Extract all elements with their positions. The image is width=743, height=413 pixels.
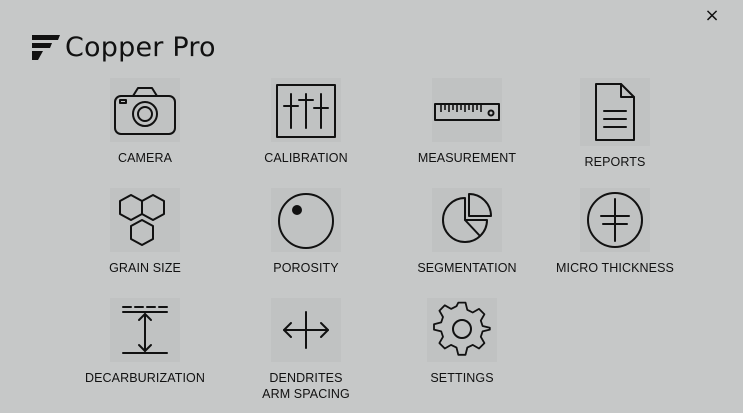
tile-dendrites-arm-spacing[interactable]: DENDRITES ARM SPACING <box>231 298 381 402</box>
app-logo: Copper Pro <box>30 30 216 64</box>
tile-grain-size[interactable]: GRAIN SIZE <box>70 188 220 276</box>
pie-chart-icon <box>432 188 502 252</box>
tile-label: DECARBURIZATION <box>84 371 206 385</box>
sliders-icon <box>271 78 341 142</box>
tile-label: GRAIN SIZE <box>109 261 181 275</box>
hexagons-icon <box>110 188 180 252</box>
brand-mark-icon <box>32 35 60 60</box>
horizontal-arrows-icon <box>271 298 341 362</box>
ruler-icon <box>432 78 502 142</box>
tile-camera[interactable]: CAMERA <box>70 78 220 166</box>
camera-icon <box>110 78 180 142</box>
gear-icon <box>427 298 497 362</box>
document-icon <box>580 78 650 146</box>
tile-decarburization[interactable]: DECARBURIZATION <box>70 298 220 386</box>
tile-micro-thickness[interactable]: MICRO THICKNESS <box>540 188 690 276</box>
tile-label: SEGMENTATION <box>417 261 517 275</box>
tile-settings[interactable]: SETTINGS <box>387 298 537 386</box>
app-name: Copper Pro <box>65 31 216 63</box>
circle-dot-icon <box>271 188 341 252</box>
tile-calibration[interactable]: CALIBRATION <box>231 78 381 166</box>
tile-measurement[interactable]: MEASUREMENT <box>392 78 542 166</box>
tile-label: SETTINGS <box>430 371 494 385</box>
tile-segmentation[interactable]: SEGMENTATION <box>392 188 542 276</box>
crossed-circle-icon <box>580 188 650 252</box>
tile-reports[interactable]: REPORTS <box>540 78 690 170</box>
tile-label: REPORTS <box>584 155 646 169</box>
close-button[interactable]: × <box>703 7 721 25</box>
tile-label: POROSITY <box>273 261 339 275</box>
tile-label: CAMERA <box>117 151 173 165</box>
tile-label: MEASUREMENT <box>417 151 517 165</box>
tile-label: CALIBRATION <box>264 151 348 165</box>
vertical-dimension-icon <box>110 298 180 362</box>
tile-label: MICRO THICKNESS <box>556 261 674 275</box>
tile-porosity[interactable]: POROSITY <box>231 188 381 276</box>
tile-label: DENDRITES ARM SPACING <box>262 371 350 401</box>
